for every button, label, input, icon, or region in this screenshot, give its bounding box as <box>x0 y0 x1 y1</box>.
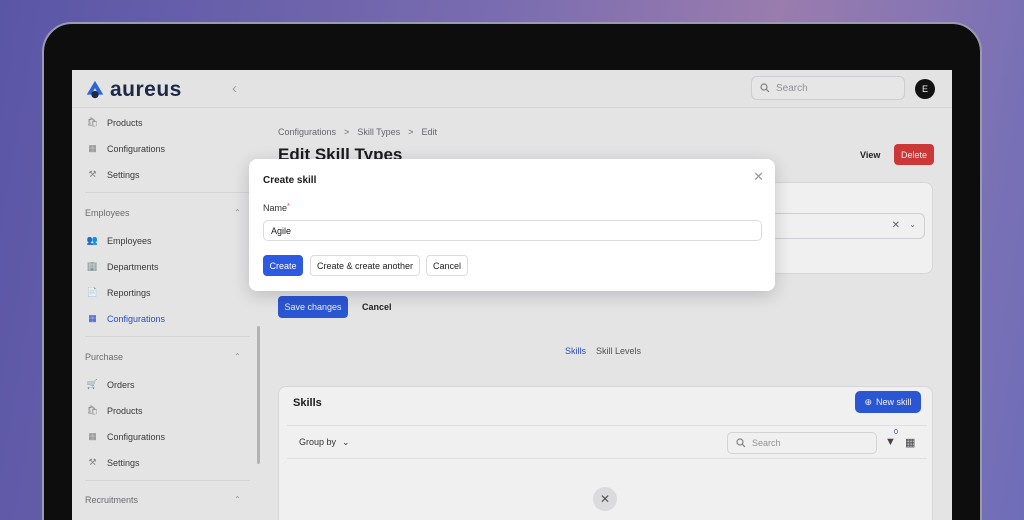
sidebar-item-orders[interactable]: 🛒 Orders <box>86 378 135 391</box>
tabs: Skills Skill Levels <box>565 346 641 356</box>
chevron-up-icon[interactable]: ⌃ <box>234 495 241 504</box>
empty-state-x-icon: ✕ <box>593 487 617 511</box>
cancel-button[interactable]: Cancel <box>354 296 400 318</box>
wrench-icon: ⚒ <box>88 169 97 179</box>
form-select-field[interactable]: ✕ ⌄ <box>759 213 925 239</box>
sidebar-item-label: Configurations <box>107 313 166 324</box>
grid-icon: ▦ <box>88 313 97 323</box>
sidebar-item-settings[interactable]: ⚒ Settings <box>86 168 140 181</box>
tab-skill-levels[interactable]: Skill Levels <box>596 346 641 356</box>
skills-heading: Skills <box>293 397 322 409</box>
filter-count-badge: 0 <box>894 429 898 436</box>
wrench-icon: ⚒ <box>88 457 97 467</box>
breadcrumb-skill-types[interactable]: Skill Types <box>357 127 400 137</box>
name-input[interactable] <box>263 220 762 241</box>
sidebar-item-products[interactable]: 🛍 Products <box>86 116 143 129</box>
brand-logo[interactable]: aureus <box>84 78 182 102</box>
bag-icon: 🛍 <box>86 405 99 415</box>
sidebar-item-label: Configurations <box>107 143 166 154</box>
grid-icon: ▦ <box>88 431 97 441</box>
clear-icon[interactable]: ✕ <box>892 220 900 231</box>
sidebar-item-label: Reportings <box>107 287 151 298</box>
chevron-up-icon[interactable]: ⌃ <box>234 352 241 361</box>
bag-icon: 🛍 <box>86 117 99 127</box>
skills-search-placeholder: Search <box>752 438 781 448</box>
breadcrumb: Configurations > Skill Types > Edit <box>278 127 437 137</box>
required-mark: * <box>287 203 290 210</box>
sidebar: 🛍 Products ▦ Configurations ⚒ Settings E… <box>72 108 254 520</box>
aureus-logo-icon <box>86 80 104 99</box>
sidebar-item-purchase-settings[interactable]: ⚒ Settings <box>86 456 140 469</box>
group-header-recruitments[interactable]: Recruitments <box>85 495 138 505</box>
sidebar-item-label: Departments <box>107 261 159 272</box>
divider <box>85 480 250 481</box>
plus-circle-icon: ⊕ <box>864 396 873 407</box>
sidebar-collapse-icon[interactable]: ‹ <box>232 80 237 97</box>
sidebar-item-label: Products <box>107 405 143 416</box>
sidebar-item-label: Settings <box>107 457 140 468</box>
sidebar-item-employees[interactable]: 👥 Employees <box>86 234 152 247</box>
columns-icon[interactable]: ▦ <box>905 436 915 449</box>
create-and-create-another-button[interactable]: Create & create another <box>310 255 420 276</box>
close-icon[interactable]: ✕ <box>753 169 764 185</box>
divider <box>85 336 250 337</box>
sidebar-item-label: Products <box>107 117 143 128</box>
search-icon <box>736 438 746 448</box>
new-skill-button[interactable]: ⊕ New skill <box>855 391 921 413</box>
search-icon <box>760 83 770 93</box>
building-icon: 🏢 <box>86 261 99 271</box>
group-by-dropdown[interactable]: Group by ⌄ <box>299 437 350 448</box>
group-by-label: Group by <box>299 437 337 447</box>
users-icon: 👥 <box>86 235 99 245</box>
chevron-down-icon: ⌄ <box>342 437 350 447</box>
brand-name: aureus <box>110 78 182 101</box>
new-skill-label: New skill <box>876 397 912 407</box>
create-skill-modal: Create skill ✕ Name* Create Create & cre… <box>249 159 775 291</box>
tab-skills[interactable]: Skills <box>565 346 586 356</box>
sidebar-item-label: Employees <box>107 235 152 246</box>
sidebar-item-label: Settings <box>107 169 140 180</box>
modal-cancel-button[interactable]: Cancel <box>426 255 468 276</box>
chevron-down-icon[interactable]: ⌄ <box>909 220 916 229</box>
chevron-up-icon[interactable]: ⌃ <box>234 208 241 217</box>
view-button[interactable]: View <box>850 145 890 165</box>
sidebar-item-employee-configurations[interactable]: ▦ Configurations <box>86 312 165 325</box>
skills-search-input[interactable]: Search <box>727 432 877 454</box>
sidebar-item-label: Orders <box>107 379 135 390</box>
table-toolbar: Group by ⌄ Search ▼ 0 ▦ <box>287 425 927 459</box>
report-icon: 📄 <box>86 287 99 297</box>
divider <box>85 192 250 193</box>
global-search-placeholder: Search <box>776 82 808 94</box>
breadcrumb-configurations[interactable]: Configurations <box>278 127 336 137</box>
sidebar-item-purchase-configurations[interactable]: ▦ Configurations <box>86 430 165 443</box>
group-header-employees[interactable]: Employees <box>85 208 130 218</box>
grid-icon: ▦ <box>88 143 97 153</box>
app-screen: aureus ‹ Search E 🛍 Products ▦ Configura… <box>72 70 952 520</box>
delete-button[interactable]: Delete <box>894 144 934 165</box>
sidebar-scrollbar[interactable] <box>257 326 260 464</box>
modal-title: Create skill <box>263 175 317 186</box>
breadcrumb-edit: Edit <box>421 127 437 137</box>
sidebar-item-configurations[interactable]: ▦ Configurations <box>86 142 165 155</box>
breadcrumb-separator: > <box>408 127 414 137</box>
save-changes-button[interactable]: Save changes <box>278 296 348 318</box>
breadcrumb-separator: > <box>344 127 350 137</box>
create-button[interactable]: Create <box>263 255 303 276</box>
name-field-label: Name* <box>263 203 290 213</box>
group-header-purchase[interactable]: Purchase <box>85 352 123 362</box>
sidebar-item-reportings[interactable]: 📄 Reportings <box>86 286 151 299</box>
global-search-input[interactable]: Search <box>751 76 905 100</box>
cart-icon: 🛒 <box>86 379 99 389</box>
sidebar-item-label: Configurations <box>107 431 166 442</box>
sidebar-item-purchase-products[interactable]: 🛍 Products <box>86 404 143 417</box>
user-avatar[interactable]: E <box>915 79 935 99</box>
skills-card: Skills ⊕ New skill Group by ⌄ Search ▼ 0… <box>278 386 933 520</box>
top-bar: aureus ‹ Search E <box>72 70 952 108</box>
sidebar-item-departments[interactable]: 🏢 Departments <box>86 260 159 273</box>
name-label-text: Name <box>263 203 288 213</box>
filter-icon[interactable]: ▼ <box>885 436 896 448</box>
